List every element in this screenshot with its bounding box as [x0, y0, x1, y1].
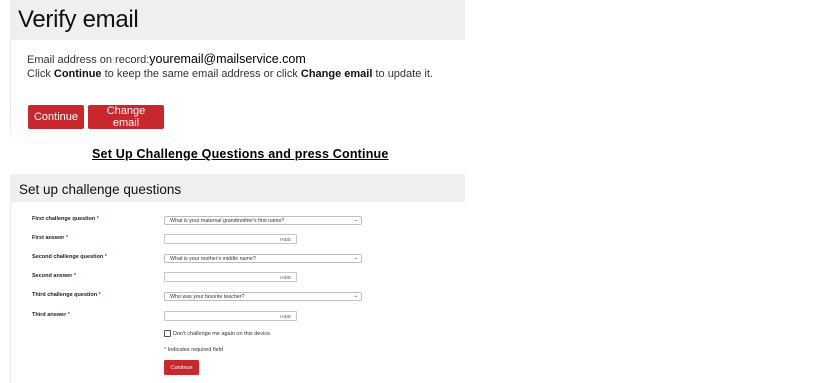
challenge-questions-header: Set up challenge questions	[10, 174, 465, 202]
third-question-label-text: Third challenge question	[32, 292, 98, 298]
instr-change-email: Change email	[300, 68, 373, 80]
first-question-select[interactable]: What is your maternal grandmother's firs…	[164, 216, 362, 225]
chevron-down-icon: ⌄	[353, 292, 358, 299]
email-on-record: Email address on record:youremail@mailse…	[27, 52, 306, 66]
first-question-value: What is your maternal grandmother's firs…	[170, 218, 285, 224]
required-mark: *	[96, 216, 99, 222]
challenge-continue-button[interactable]: Continue	[164, 360, 199, 375]
dont-challenge-row[interactable]: Don't challenge me again on this device.	[164, 330, 272, 337]
required-field-note: * Indicates required field	[164, 347, 223, 353]
checkbox-icon[interactable]	[164, 330, 171, 337]
third-question-label: Third challenge question *	[32, 292, 101, 298]
required-mark: *	[164, 347, 167, 353]
email-on-record-label: Email address on record:	[27, 54, 150, 66]
third-question-value: Who was your favorite teacher?	[170, 294, 245, 300]
hide-toggle[interactable]: HIDE	[280, 314, 291, 319]
dont-challenge-label: Don't challenge me again on this device.	[173, 330, 272, 337]
instr-text-3: to update it.	[372, 68, 433, 80]
second-question-value: What is your mother's middle name?	[170, 256, 256, 262]
instr-text-2: to keep the same email address or click	[101, 68, 301, 80]
required-mark: *	[98, 292, 101, 298]
continue-button[interactable]: Continue	[28, 105, 84, 129]
second-answer-label: Second answer *	[32, 273, 76, 279]
second-answer-input[interactable]: HIDE	[164, 272, 297, 282]
second-question-label-text: Second challenge question	[32, 254, 104, 260]
first-answer-label-text: First answer	[32, 235, 65, 241]
second-question-label: Second challenge question *	[32, 254, 107, 260]
verify-instructions: Click Continue to keep the same email ad…	[27, 68, 433, 80]
chevron-down-icon: ⌄	[353, 216, 358, 223]
hide-toggle[interactable]: HIDE	[280, 275, 291, 280]
first-answer-input[interactable]: HIDE	[164, 234, 297, 244]
email-value: youremail@mailservice.com	[149, 52, 306, 66]
change-email-button[interactable]: Change email	[88, 105, 164, 129]
chevron-down-icon: ⌄	[353, 254, 358, 261]
verify-email-header: Verify email	[10, 0, 465, 40]
verify-email-panel: Email address on record:youremail@mailse…	[10, 40, 466, 135]
first-question-label: First challenge question *	[32, 216, 99, 222]
third-question-select[interactable]: Who was your favorite teacher? ⌄	[164, 292, 362, 301]
third-answer-input[interactable]: HIDE	[164, 311, 297, 321]
third-answer-label-text: Third answer	[32, 312, 67, 318]
third-answer-label: Third answer *	[32, 312, 70, 318]
required-mark: *	[73, 273, 77, 279]
challenge-questions-form: First challenge question * What is your …	[10, 202, 466, 383]
first-question-label-text: First challenge question	[32, 216, 96, 222]
hide-toggle[interactable]: HIDE	[280, 237, 291, 242]
required-mark: *	[65, 235, 69, 241]
first-answer-label: First answer *	[32, 235, 68, 241]
verify-email-title: Verify email	[18, 6, 139, 33]
instr-continue: Continue	[53, 68, 102, 80]
challenge-questions-title: Set up challenge questions	[19, 182, 182, 197]
required-mark: *	[67, 312, 70, 318]
required-mark: *	[104, 254, 107, 260]
instruction-caption: Set Up Challenge Questions and press Con…	[92, 147, 389, 161]
required-note-text: Indicates required field	[167, 347, 224, 353]
second-question-select[interactable]: What is your mother's middle name? ⌄	[164, 254, 362, 263]
second-answer-label-text: Second answer	[32, 273, 73, 279]
instr-text-1: Click	[27, 68, 54, 80]
